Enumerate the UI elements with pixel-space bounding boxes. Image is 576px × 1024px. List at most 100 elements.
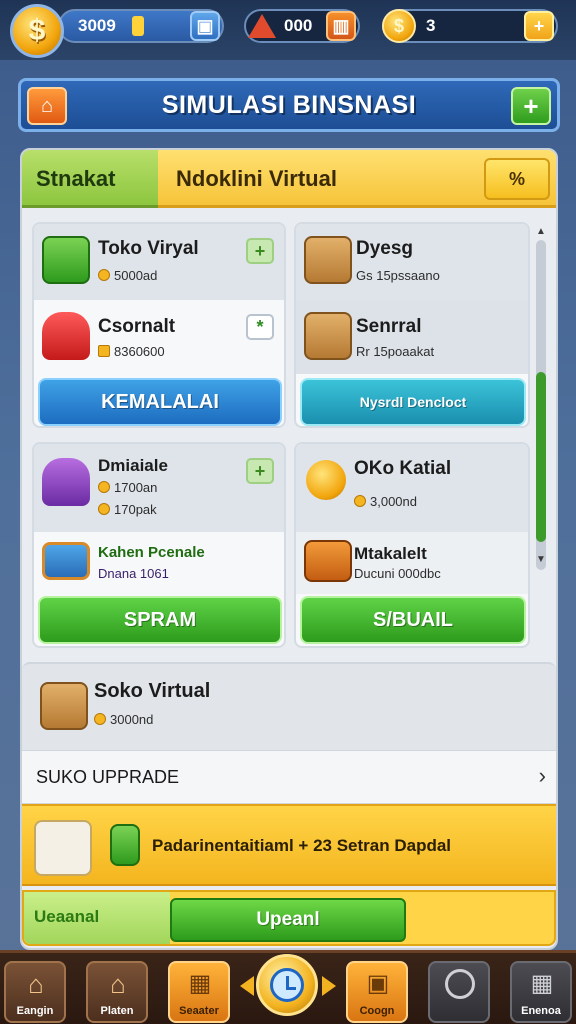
add-item-button[interactable]: + [246,238,274,264]
discount-button[interactable]: % [484,158,550,200]
tab-virtual[interactable]: Ndoklini Virtual % [158,150,556,208]
business-card: OKo Katial 3,000nd Mtakalelt Ducuni 000d… [294,442,530,648]
nav-label: Coogn [359,1005,395,1017]
scrollbar-thumb[interactable] [536,372,546,542]
tab-label: Ndoklini Virtual [176,166,337,191]
item-name: Dyesg [356,238,414,259]
title-banner: ⌂ SIMULASI BINSNASI + [18,78,560,132]
bag-icon: ▣ [366,970,390,997]
item-price: 170pak [98,502,157,517]
item-name: Soko Virtual [94,680,211,702]
shop-icon[interactable]: ▣ [190,11,220,41]
item-name: Toko Viryal [98,238,199,259]
item-price: Gs 15pssaano [356,268,440,283]
item-price: Dnana 1061 [98,566,169,581]
add-button[interactable]: + [511,87,551,125]
nav-item-platen[interactable]: ⌂ Platen [86,961,148,1023]
list-item[interactable]: Toko Viryal 5000ad + [34,224,284,300]
card-action-button[interactable]: KEMALALAI [38,378,282,426]
nav-label: Enenoa [521,1005,561,1017]
scroll-down-icon[interactable]: ▼ [536,554,546,565]
business-card: Dyesg Gs 15pssaano Senrral Rr 15poaakat … [294,222,530,428]
clock-button[interactable] [256,954,318,1016]
money-bar-icon [131,16,144,36]
item-price: Ducuni 000dbc [354,566,441,581]
nav-item-coogn[interactable]: ▣ Coogn [346,961,408,1023]
item-price: Rr 15poaakat [356,344,435,359]
grid-icon: ▦ [530,970,554,997]
upgrade-row[interactable]: SUKO UPPRADE › [22,750,556,804]
item-price: 3000nd [94,712,153,727]
progress-label: Ueaanal [34,907,100,926]
card-action-button[interactable]: S/BUAIL [300,596,526,644]
card-action-button[interactable]: Nysrdl Dencloct [300,378,526,426]
wing-right-icon [322,976,336,996]
promo-text: Padarinentaitiaml + 23 Setran Dapdal [152,836,452,855]
scroll-up-icon[interactable]: ▲ [536,226,546,237]
list-item[interactable]: Mtakalelt Ducuni 000dbc [296,532,528,594]
monitor-icon [42,542,90,580]
chart-icon[interactable]: ▥ [326,11,356,41]
item-name: Mtakalelt [354,544,427,563]
resource-bar: 3009 ▣ $ 000 ▥ $ 3 + [0,0,576,60]
clock-hand [286,987,296,990]
item-price: 8360600 [98,344,165,359]
nav-item-eangin[interactable]: ⌂ Eangin [4,961,66,1023]
item-price: 3,000nd [354,494,417,509]
sale-tag-icon [42,312,90,360]
cart-icon [304,540,352,582]
wing-left-icon [240,976,254,996]
building-icon: ▦ [188,970,212,997]
list-item[interactable]: Senrral Rr 15poaakat [296,300,528,374]
item-price: 5000ad [98,268,157,283]
chevron-right-icon: › [538,763,546,788]
item-name: Dmiaiale [98,456,168,475]
shopping-cart-icon [42,236,90,284]
business-card: Dmiaiale 1700an 170pak + Kahen Pcenale D… [32,442,286,648]
upgrade-box-icon [110,824,140,866]
add-coins-button[interactable]: + [524,11,554,41]
favorite-button[interactable]: * [246,314,274,340]
list-item[interactable]: Dmiaiale 1700an 170pak + [34,444,284,532]
tab-stnakat[interactable]: Stnakat [22,150,158,208]
upgrade-button[interactable]: Upeanl [170,898,406,942]
coins-value: 3 [426,16,436,35]
dollar-coin-icon: $ [10,4,64,58]
list-item[interactable]: Csornalt 8360600 * [34,300,284,374]
home-icon: ⌂ [28,969,44,999]
nav-item-seaater[interactable]: ▦ Seaater [168,961,230,1023]
currency-pill-money: 3009 ▣ [58,9,224,43]
chest-icon [34,820,92,876]
nav-item-enenoa[interactable]: ▦ Enenoa [510,961,572,1023]
item-name: OKo Katial [354,458,452,479]
list-item[interactable]: Kahen Pcenale Dnana 1061 [34,532,284,594]
currency-pill-gems: 000 ▥ [244,9,360,43]
nav-label: Platen [100,1005,134,1017]
gems-value: 000 [284,16,313,35]
list-item[interactable]: Dyesg Gs 15pssaano [296,224,528,300]
nav-label: Seaater [179,1005,219,1017]
page-title: SIMULASI BINSNASI [161,91,417,119]
upgrade-label: SUKO UPPRADE [36,767,180,787]
money-value: 3009 [78,16,116,35]
main-panel: Stnakat Ndoklini Virtual % Toko Viryal 5… [20,148,558,950]
target-icon [445,969,475,999]
progress-row: Ueaanal Upeanl [22,890,556,946]
gold-coin-icon: $ [382,9,416,43]
house-icon: ⌂ [110,969,126,999]
box-icon [304,236,352,284]
nav-label: Eangin [16,1005,54,1017]
list-item[interactable]: OKo Katial 3,000nd [296,444,528,532]
list-item[interactable]: Soko Virtual 3000nd [22,662,556,752]
promo-banner[interactable]: Padarinentaitiaml + 23 Setran Dapdal [22,804,556,886]
gem-icon [248,14,276,38]
add-item-button[interactable]: + [246,458,274,484]
card-action-button[interactable]: SPRAM [38,596,282,644]
box-icon [304,312,352,360]
item-name: Kahen Pcenale [98,544,205,561]
coin-icon [306,460,346,500]
nav-item-target[interactable] [428,961,490,1023]
box-icon [40,682,88,730]
sale-cart-icon [42,458,90,506]
item-name: Senrral [356,316,422,337]
